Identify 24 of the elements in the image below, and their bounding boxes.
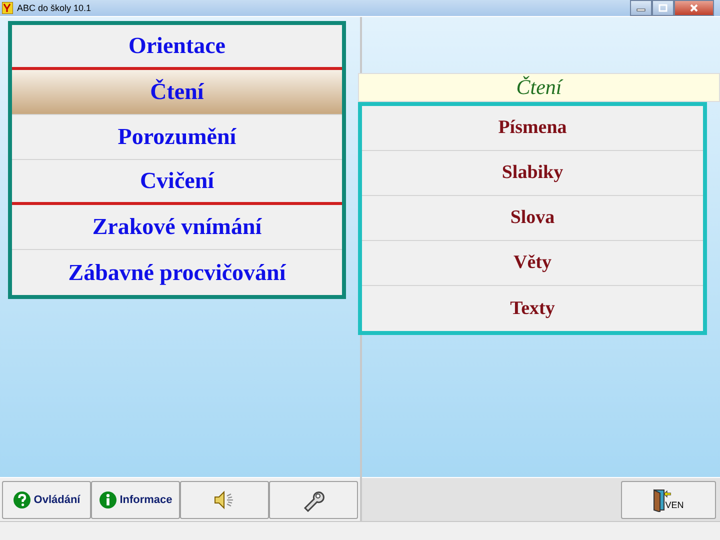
maximize-icon [658,4,668,12]
submenu-item[interactable]: Písmena [362,106,703,151]
submenu-item[interactable]: Věty [362,241,703,286]
window-title: ABC do školy 10.1 [17,3,92,13]
exit-button[interactable]: VEN [621,480,716,518]
menu-item[interactable]: Zábavné procvičování [12,250,342,295]
close-button[interactable] [674,0,714,16]
menu-item[interactable]: Porozumění [12,115,342,160]
settings-button[interactable] [269,480,358,518]
close-icon [689,4,699,12]
submenu-item[interactable]: Texty [362,286,703,331]
help-button[interactable]: Ovládání [2,480,91,518]
minimize-button[interactable] [630,0,652,16]
menu-item[interactable]: Cvičení [12,160,342,205]
submenu-title: Čtení [358,73,720,102]
info-icon [98,490,117,508]
submenu-item[interactable]: Slova [362,196,703,241]
help-icon [12,490,31,508]
submenu-item[interactable]: Slabiky [362,151,703,196]
app-icon [2,2,13,14]
menu-item[interactable]: Čtení [12,70,342,115]
maximize-button[interactable] [652,0,674,16]
menu-item[interactable]: Zrakové vnímání [12,205,342,250]
info-button[interactable]: Informace [91,480,180,518]
